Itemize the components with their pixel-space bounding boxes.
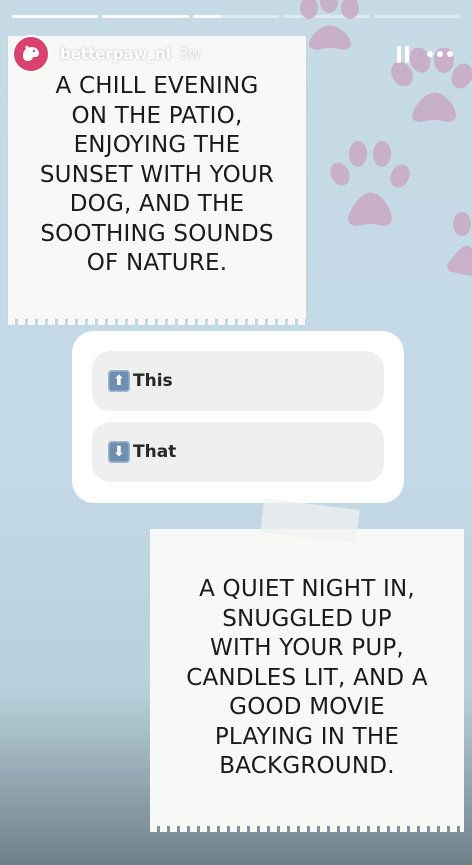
poll-option-label: This xyxy=(133,371,173,391)
story-card-top: A CHILL EVENING ON THE PATIO, ENJOYING T… xyxy=(8,36,306,325)
story-header: betterpaw_nl 3w xyxy=(12,34,460,74)
story-card-bottom: A QUIET NIGHT IN, SNUGGLED UP WITH YOUR … xyxy=(150,529,464,832)
card-bottom-line: BACKGROUND. xyxy=(219,753,395,779)
pause-icon-bar xyxy=(397,45,401,63)
progress-fill xyxy=(102,15,189,18)
story-progress xyxy=(12,15,461,18)
progress-segment xyxy=(373,15,461,18)
torn-edge xyxy=(150,824,464,832)
card-bottom-line: GOOD MOVIE xyxy=(229,694,385,720)
progress-fill xyxy=(12,15,99,18)
more-options-icon-dot xyxy=(437,51,443,57)
card-bottom-line: WITH YOUR PUP, xyxy=(210,635,404,661)
username-link[interactable]: betterpaw_nl xyxy=(60,45,171,63)
card-top-line: ON THE PATIO, xyxy=(71,102,243,129)
pause-button[interactable] xyxy=(386,37,420,71)
progress-segment xyxy=(192,15,280,18)
progress-segment xyxy=(12,15,99,18)
card-top-line: A CHILL EVENING xyxy=(55,73,259,99)
more-options-icon-dot xyxy=(447,51,453,57)
card-top-line: OF NATURE. xyxy=(86,250,228,276)
paw-print-icon xyxy=(330,141,410,226)
poll-option-this[interactable]: ⬆ This xyxy=(92,351,384,411)
torn-edge xyxy=(8,317,306,325)
card-bottom-line: PLAYING IN THE xyxy=(214,723,400,750)
dog-logo-icon xyxy=(23,45,39,61)
card-bottom-line: A QUIET NIGHT IN, xyxy=(199,576,415,602)
up-arrow-emoji-icon: ⬆ xyxy=(108,370,130,392)
card-bottom-line: CANDLES LIT, AND A xyxy=(186,664,428,691)
card-top-line: SOOTHING SOUNDS xyxy=(40,220,274,247)
card-bottom-text: A QUIET NIGHT IN, SNUGGLED UP WITH YOUR … xyxy=(150,575,464,782)
progress-fill xyxy=(192,15,222,18)
card-top-line: ENJOYING THE xyxy=(73,132,241,158)
more-options-button[interactable] xyxy=(420,37,460,71)
avatar[interactable] xyxy=(12,35,50,73)
progress-segment xyxy=(102,15,189,18)
more-options-icon-dot xyxy=(427,51,433,57)
card-top-line: DOG, AND THE xyxy=(69,191,245,217)
poll-option-label: That xyxy=(133,442,177,462)
poll-sticker: ⬆ This ⬇ That xyxy=(72,331,404,503)
card-top-line: SUNSET WITH YOUR xyxy=(39,161,275,188)
pause-icon-bar xyxy=(405,45,409,63)
post-time: 3w xyxy=(178,45,201,63)
card-bottom-line: SNUGGLED UP xyxy=(222,605,392,632)
down-arrow-emoji-icon: ⬇ xyxy=(108,441,130,463)
poll-option-that[interactable]: ⬇ That xyxy=(92,422,384,482)
card-top-text: A CHILL EVENING ON THE PATIO, ENJOYING T… xyxy=(8,72,306,279)
paw-print-icon xyxy=(447,212,472,276)
